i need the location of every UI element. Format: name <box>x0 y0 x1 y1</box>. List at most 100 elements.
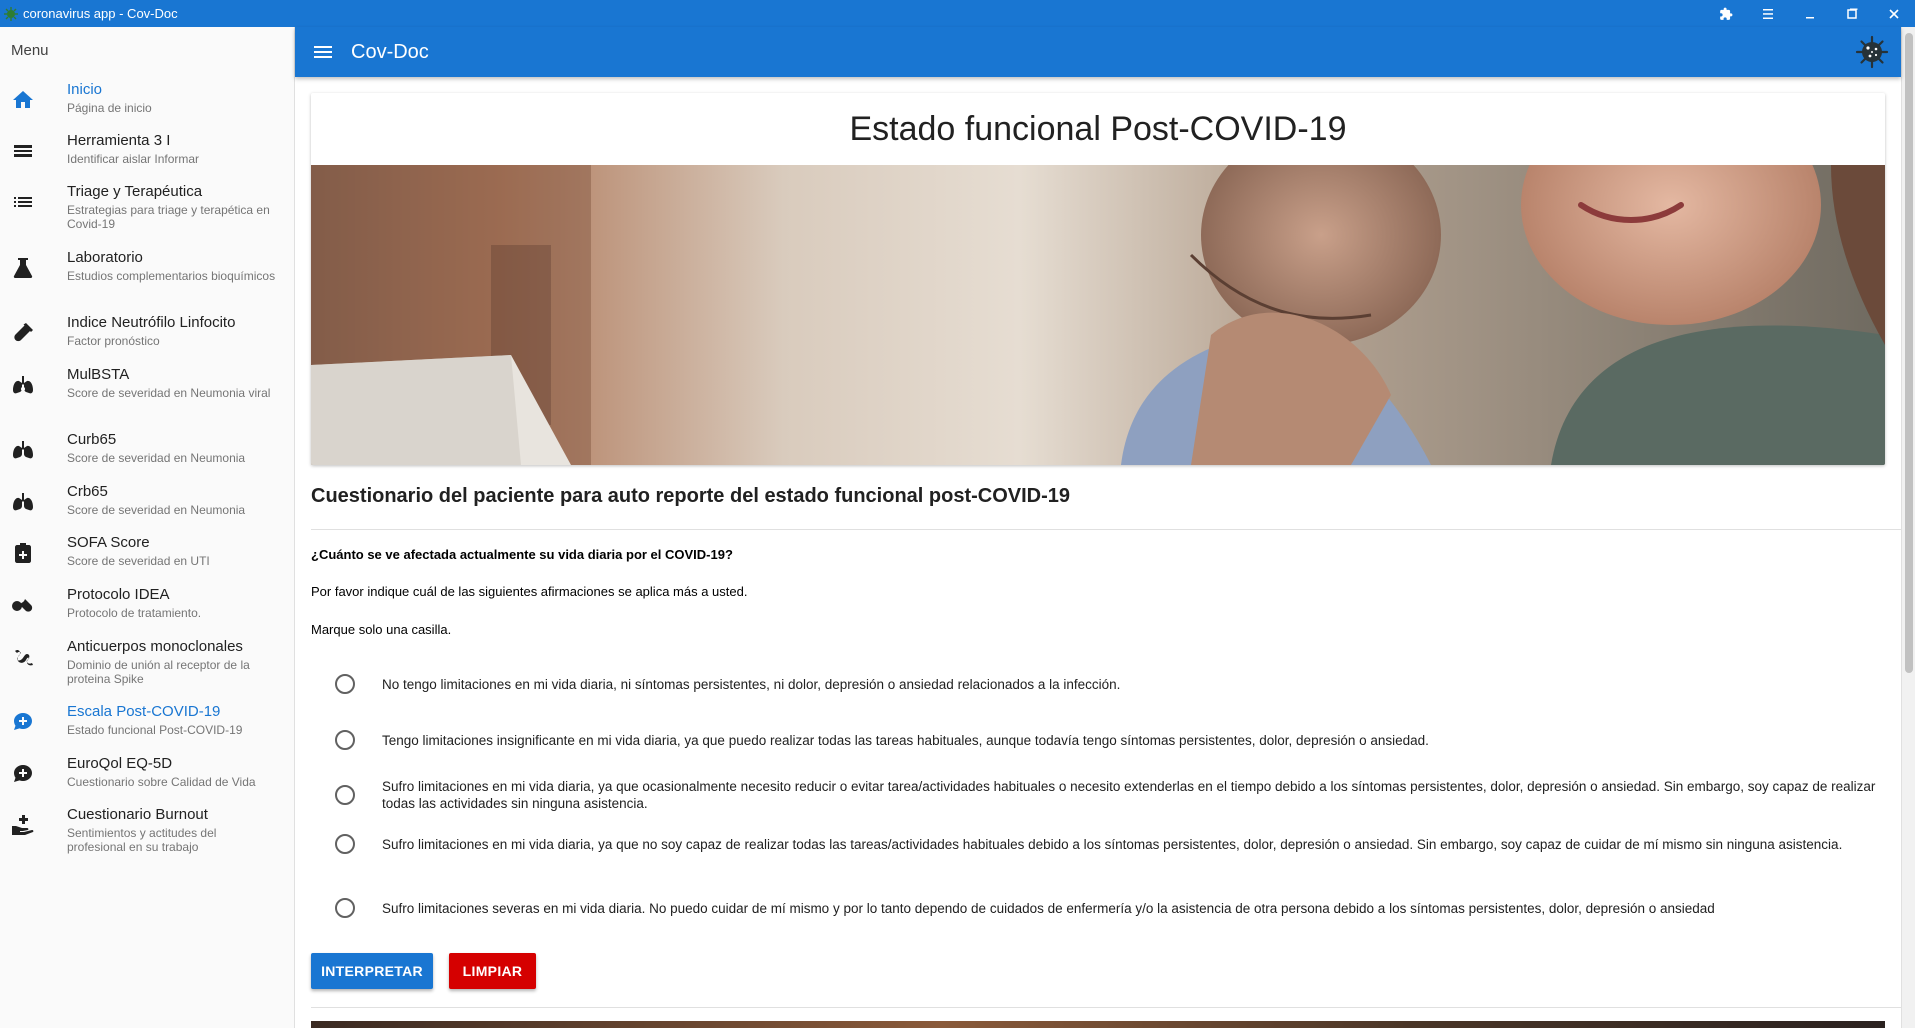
clear-button[interactable]: LIMPIAR <box>449 953 536 989</box>
sidebar-item-protocolo-idea[interactable]: Protocolo IDEA Protocolo de tratamiento. <box>0 579 294 631</box>
card-title: Estado funcional Post-COVID-19 <box>849 109 1347 148</box>
maximize-button[interactable] <box>1831 0 1873 27</box>
radio-button[interactable] <box>335 834 355 854</box>
sidebar-item-euroqol[interactable]: EuroQol EQ-5D Cuestionario sobre Calidad … <box>0 748 294 799</box>
sidebar-item-sub: Estado funcional Post-COVID-19 <box>67 723 243 737</box>
scrollbar[interactable] <box>1901 27 1915 1028</box>
lungs-icon <box>11 490 35 514</box>
sidebar-item-label: Anticuerpos monoclonales <box>67 638 243 655</box>
sidebar-item-sofa[interactable]: SOFA Score Score de severidad en UTI <box>0 527 294 579</box>
close-button[interactable] <box>1873 0 1915 27</box>
sidebar-item-label: Indice Neutrófilo Linfocito <box>67 314 236 331</box>
sidebar-item-sub: Dominio de unión al receptor de la prote… <box>67 658 250 686</box>
main-content: Estado funcional Post-COVID-19 Cuestiona… <box>295 77 1901 1028</box>
bullet-list-icon <box>11 190 35 214</box>
divider <box>311 529 1901 530</box>
option-label: Sufro limitaciones en mi vida diaria, ya… <box>382 836 1843 852</box>
sidebar-item-triage[interactable]: Triage y Terapéutica Estrategias para tri… <box>0 176 294 242</box>
hero-image <box>311 165 1885 465</box>
hand-plus-icon <box>11 813 35 837</box>
sidebar-item-label: Escala Post-COVID-19 <box>67 703 221 720</box>
scrollbar-thumb[interactable] <box>1905 33 1913 673</box>
maximize-icon <box>1847 8 1858 19</box>
sidebar-item-label: Inicio <box>67 81 103 98</box>
sidebar-item-sub: Score de severidad en Neumonia <box>67 451 246 465</box>
sidebar-item-label: MulBSTA <box>67 366 130 383</box>
window-menu-button[interactable] <box>1747 0 1789 27</box>
sidebar-item-label: Protocolo IDEA <box>67 586 170 603</box>
sidebar-item-laboratorio[interactable]: Laboratorio Estudios complementarios bioq… <box>0 242 294 307</box>
molecule-icon <box>11 645 35 669</box>
sidebar-item-label: Triage y Terapéutica <box>67 183 203 200</box>
window-title: coronavirus app - Cov-Doc <box>23 6 178 21</box>
menu-lines-icon <box>1763 8 1773 19</box>
sidebar-item-sub: Estudios complementarios bioquímicos <box>67 269 276 283</box>
test-tube-icon <box>11 321 35 345</box>
lungs-virus-icon <box>11 373 35 397</box>
section-title: Cuestionario del paciente para auto repo… <box>311 485 1071 507</box>
radio-button[interactable] <box>335 730 355 750</box>
sidebar-item-label: Laboratorio <box>67 249 143 266</box>
sidebar-item-sub: Score de severidad en UTI <box>67 554 210 568</box>
sidebar-item-anticuerpos[interactable]: Anticuerpos monoclonales Dominio de unión… <box>0 631 294 696</box>
option-label: Tengo limitaciones insignificante en mi … <box>382 732 1429 748</box>
lungs-icon <box>11 438 35 462</box>
app-bar: Cov-Doc <box>295 27 1901 77</box>
radio-option-2[interactable]: Tengo limitaciones insignificante en mi … <box>335 730 1885 750</box>
sidebar-item-sub: Identificar aislar Informar <box>67 152 200 166</box>
sidebar-item-sub: Protocolo de tratamiento. <box>67 606 202 620</box>
minimize-button[interactable] <box>1789 0 1831 27</box>
sidebar-item-label: EuroQol EQ-5D <box>67 755 173 772</box>
header-card: Estado funcional Post-COVID-19 <box>311 93 1885 465</box>
app-title: Cov-Doc <box>351 40 429 63</box>
home-icon <box>11 88 35 112</box>
radio-option-3[interactable]: Sufro limitaciones en mi vida diaria, ya… <box>335 778 1885 812</box>
hamburger-icon <box>314 46 332 58</box>
list-bars-icon <box>11 139 35 163</box>
option-label: No tengo limitaciones en mi vida diaria,… <box>382 676 1121 692</box>
sidebar-item-label: Crb65 <box>67 483 108 500</box>
sidebar-item-curb65[interactable]: Curb65 Score de severidad en Neumonia <box>0 424 294 476</box>
sidebar-item-burnout[interactable]: Cuestionario Burnout Sentimientos y actit… <box>0 799 294 865</box>
radio-option-1[interactable]: No tengo limitaciones en mi vida diaria,… <box>335 674 1885 694</box>
window-titlebar: coronavirus app - Cov-Doc <box>0 0 1915 27</box>
divider <box>311 1007 1901 1008</box>
sidebar-item-crb65[interactable]: Crb65 Score de severidad en Neumonia <box>0 476 294 527</box>
sidebar-item-sub: Factor pronóstico <box>67 334 160 348</box>
instruction-text: Por favor indique cuál de las siguientes… <box>311 584 748 599</box>
sidebar-item-neutrofilo[interactable]: Indice Neutrófilo Linfocito Factor pronós… <box>0 307 294 359</box>
sidebar-item-label: Cuestionario Burnout <box>67 806 208 823</box>
puzzle-icon <box>1720 7 1733 20</box>
radio-button[interactable] <box>335 898 355 918</box>
chat-plus-icon <box>11 710 35 734</box>
sidebar-item-sub: Página de inicio <box>67 101 152 115</box>
sidebar-item-sub: Score de severidad en Neumonia <box>67 503 246 517</box>
sidebar-item-sub: Sentimientos y actitudes del profesional… <box>67 826 217 854</box>
sidebar-item-label: SOFA Score <box>67 534 150 551</box>
bottom-image <box>311 1021 1885 1028</box>
close-icon <box>1889 8 1899 19</box>
sidebar-item-sub: Cuestionario sobre Calidad de Vida <box>67 775 256 789</box>
radio-button[interactable] <box>335 785 355 805</box>
sidebar-menu-title: Menu <box>11 42 49 59</box>
medical-clipboard-icon <box>11 541 35 565</box>
sidebar-item-escala-post-covid[interactable]: Escala Post-COVID-19 Estado funcional Pos… <box>0 696 294 748</box>
hamburger-menu-button[interactable] <box>311 40 335 64</box>
flask-icon <box>11 256 35 280</box>
question-text: ¿Cuánto se ve afectada actualmente su vi… <box>311 547 733 562</box>
option-label: Sufro limitaciones severas en mi vida di… <box>382 900 1715 916</box>
sidebar-item-label: Herramienta 3 I <box>67 132 171 149</box>
radio-option-4[interactable]: Sufro limitaciones en mi vida diaria, ya… <box>335 834 1885 854</box>
radio-option-5[interactable]: Sufro limitaciones severas en mi vida di… <box>335 898 1885 918</box>
option-label: Sufro limitaciones en mi vida diaria, ya… <box>382 779 1876 811</box>
sidebar-item-mulbsta[interactable]: MulBSTA Score de severidad en Neumonia vi… <box>0 359 294 424</box>
sidebar: Menu Inicio Página de inicio Herramienta … <box>0 27 295 1028</box>
sidebar-item-herramienta[interactable]: Herramienta 3 I Identificar aislar Inform… <box>0 125 294 176</box>
sidebar-item-inicio[interactable]: Inicio Página de inicio <box>0 74 294 125</box>
interpret-button[interactable]: INTERPRETAR <box>311 953 433 989</box>
extensions-button[interactable] <box>1705 0 1747 27</box>
sidebar-item-sub: Estrategias para triage y terapética en … <box>67 203 270 231</box>
virus-logo-icon <box>1855 35 1889 69</box>
minimize-icon <box>1806 16 1814 18</box>
radio-button[interactable] <box>335 674 355 694</box>
